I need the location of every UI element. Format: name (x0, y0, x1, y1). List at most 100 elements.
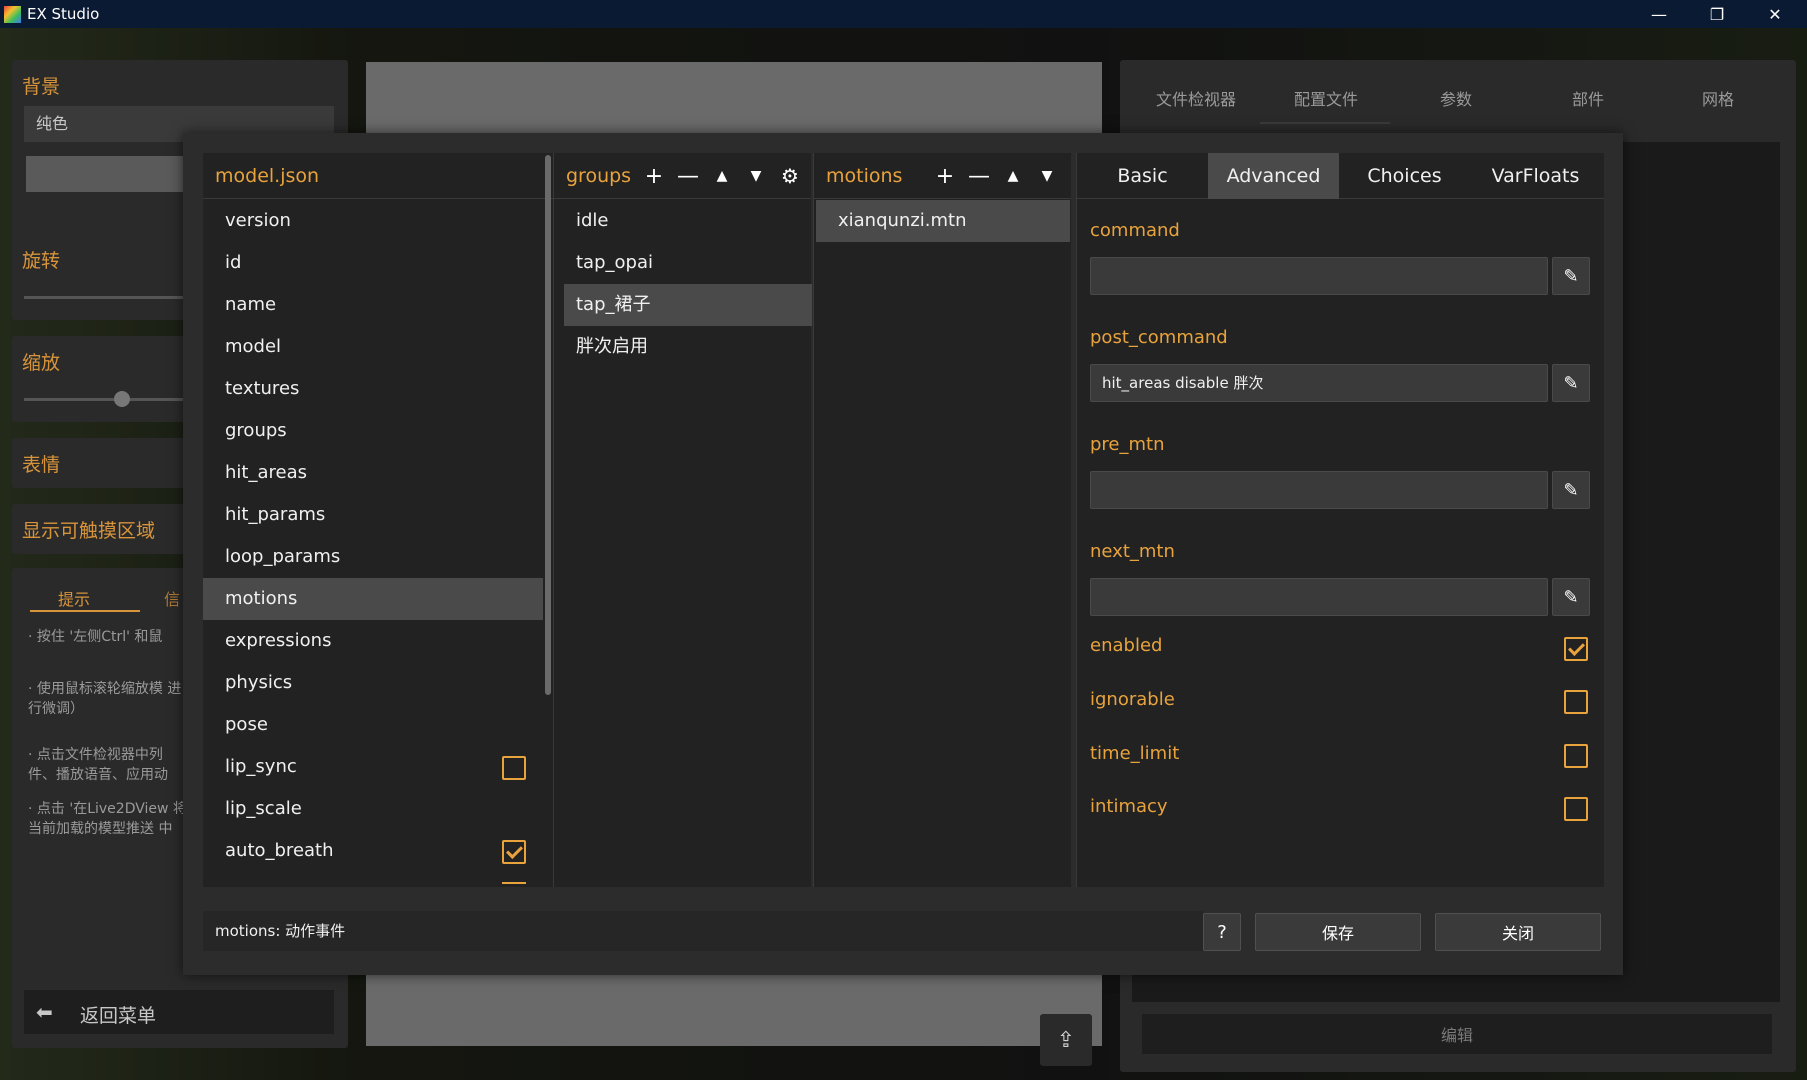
expression-title: 表情 (22, 454, 61, 476)
group-item-tap-opai[interactable]: tap_opai (564, 242, 812, 284)
help-button[interactable]: ? (1203, 913, 1241, 951)
model-column-scrollbar[interactable] (545, 155, 551, 695)
time-limit-checkbox[interactable] (1564, 744, 1588, 768)
minimize-button[interactable]: — (1630, 0, 1688, 28)
tab-varfloats[interactable]: VarFloats (1470, 153, 1601, 199)
group-item-tap-skirt[interactable]: tap_裙子 (564, 284, 812, 326)
model-item-hit-areas[interactable]: hit_areas (203, 452, 543, 494)
motions-remove-button[interactable]: — (966, 163, 992, 189)
arrow-up-icon: ▲ (1007, 168, 1019, 184)
post-command-input[interactable]: hit_areas disable 胖次 (1090, 364, 1548, 402)
arrow-down-icon: ▼ (1041, 168, 1053, 184)
model-item-version[interactable]: version (203, 200, 543, 242)
motion-item[interactable]: xianqunzi.mtn (816, 200, 1070, 242)
save-button[interactable]: 保存 (1255, 913, 1421, 951)
tip-1: · 按住 '左侧Ctrl' 和鼠 (28, 629, 163, 645)
scale-title: 缩放 (22, 352, 61, 374)
arrow-up-icon: ▲ (716, 168, 728, 184)
model-item-groups[interactable]: groups (203, 410, 543, 452)
motions-move-up-button[interactable]: ▲ (1000, 163, 1026, 189)
groups-settings-button[interactable]: ⚙ (777, 163, 803, 189)
groups-title: groups (566, 165, 632, 187)
model-item-lip-sync[interactable]: lip_sync (203, 746, 543, 788)
tab-params[interactable]: 参数 (1440, 86, 1472, 110)
tab-mesh[interactable]: 网格 (1702, 86, 1734, 110)
properties-tabs: Basic Advanced Choices VarFloats (1077, 153, 1604, 199)
groups-move-up-button[interactable]: ▲ (709, 163, 735, 189)
scale-slider[interactable] (24, 398, 184, 401)
window-title: EX Studio (27, 5, 100, 23)
model-item-loop-params[interactable]: loop_params (203, 536, 543, 578)
post-command-label: post_command (1090, 327, 1228, 348)
groups-column: groups + — ▲ ▼ ⚙ idle tap_opai tap_裙子 胖次… (553, 153, 812, 887)
rotate-slider[interactable] (24, 296, 184, 299)
model-item-model[interactable]: model (203, 326, 543, 368)
ignorable-checkbox[interactable] (1564, 690, 1588, 714)
next-mtn-label: next_mtn (1090, 541, 1175, 562)
model-item-id[interactable]: id (203, 242, 543, 284)
pencil-icon: ✎ (1563, 586, 1579, 608)
time-limit-label: time_limit (1090, 743, 1180, 764)
export-icon[interactable]: ⇪ (1040, 1014, 1092, 1066)
info-tab[interactable]: 信 (164, 586, 180, 610)
model-item-lip-scale[interactable]: lip_scale (203, 788, 543, 830)
command-input[interactable] (1090, 257, 1548, 295)
advanced-form: command ✎ post_command hit_areas disable… (1090, 199, 1595, 887)
model-item-physics[interactable]: physics (203, 662, 543, 704)
motions-column: motions + — ▲ ▼ xianqunzi.mtn (813, 153, 1071, 887)
model-json-header: model.json (203, 153, 553, 199)
tip-2: · 使用鼠标滚轮缩放模 进行微调） (28, 681, 182, 717)
lip-sync-checkbox[interactable] (502, 756, 526, 780)
pencil-icon: ✎ (1563, 479, 1579, 501)
motions-move-down-button[interactable]: ▼ (1034, 163, 1060, 189)
edit-button[interactable]: 编辑 (1142, 1014, 1772, 1054)
tab-file-viewer[interactable]: 文件检视器 (1156, 86, 1236, 110)
rotate-title: 旋转 (22, 250, 61, 272)
model-json-title: model.json (215, 165, 320, 187)
model-item-motions[interactable]: motions (203, 578, 543, 620)
model-item-textures[interactable]: textures (203, 368, 543, 410)
model-item-expressions[interactable]: expressions (203, 620, 543, 662)
back-menu-button[interactable]: ⬅ 返回菜单 (24, 990, 334, 1034)
enabled-label: enabled (1090, 635, 1163, 656)
motions-header: motions + — ▲ ▼ (814, 153, 1071, 199)
back-menu-label: 返回菜单 (80, 1005, 157, 1027)
post-command-edit-button[interactable]: ✎ (1552, 364, 1590, 402)
enabled-checkbox[interactable] (1564, 637, 1588, 661)
model-item-hit-params[interactable]: hit_params (203, 494, 543, 536)
group-item-panties-enable[interactable]: 胖次启用 (564, 326, 812, 368)
minus-icon: — (677, 163, 699, 189)
groups-add-button[interactable]: + (641, 163, 667, 189)
gear-icon: ⚙ (781, 164, 799, 188)
close-window-button[interactable]: ✕ (1746, 0, 1804, 28)
tab-basic[interactable]: Basic (1077, 153, 1208, 199)
group-item-idle[interactable]: idle (564, 200, 812, 242)
properties-panel: Basic Advanced Choices VarFloats command… (1076, 153, 1604, 887)
tab-advanced[interactable]: Advanced (1208, 153, 1339, 199)
tab-config[interactable]: 配置文件 (1294, 86, 1358, 110)
groups-move-down-button[interactable]: ▼ (743, 163, 769, 189)
pre-mtn-input[interactable] (1090, 471, 1548, 509)
model-item-auto-breath[interactable]: auto_breath (203, 830, 543, 872)
motions-title: motions (826, 165, 903, 187)
tips-tab[interactable]: 提示 (58, 586, 90, 610)
close-button[interactable]: 关闭 (1435, 913, 1601, 951)
groups-remove-button[interactable]: — (675, 163, 701, 189)
scale-slider-handle[interactable] (114, 391, 130, 407)
next-mtn-input[interactable] (1090, 578, 1548, 616)
tab-choices[interactable]: Choices (1339, 153, 1470, 199)
auto-breath-checkbox[interactable] (502, 840, 526, 864)
motions-add-button[interactable]: + (932, 163, 958, 189)
config-editor-dialog: model.json version id name model texture… (183, 133, 1623, 975)
command-edit-button[interactable]: ✎ (1552, 257, 1590, 295)
pencil-icon: ✎ (1563, 265, 1579, 287)
model-item-name[interactable]: name (203, 284, 543, 326)
model-json-column: model.json version id name model texture… (203, 153, 553, 887)
tab-parts[interactable]: 部件 (1572, 86, 1604, 110)
pre-mtn-edit-button[interactable]: ✎ (1552, 471, 1590, 509)
restore-button[interactable]: ❐ (1688, 0, 1746, 28)
next-mtn-edit-button[interactable]: ✎ (1552, 578, 1590, 616)
model-item-pose[interactable]: pose (203, 704, 543, 746)
intimacy-checkbox[interactable] (1564, 797, 1588, 821)
intimacy-label: intimacy (1090, 796, 1168, 817)
